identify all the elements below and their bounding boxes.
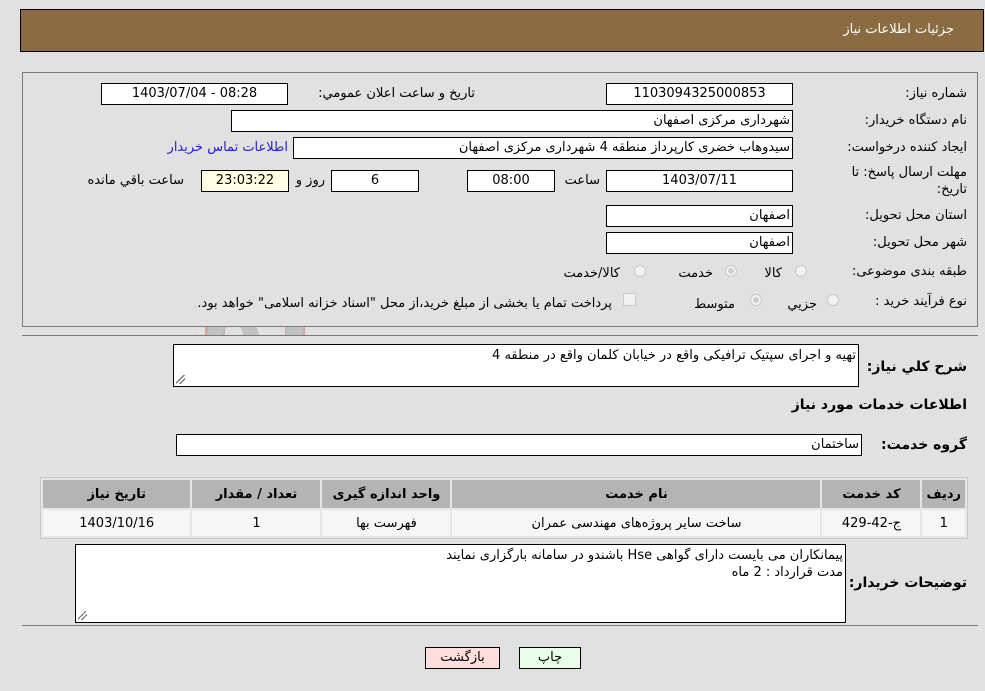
table-header-row: ردیف کد خدمت نام خدمت واحد اندازه گیری ت… (43, 480, 965, 508)
buyer-contact-link[interactable]: اطلاعات تماس خریدار (168, 140, 288, 155)
buyer-notes-label: توضیحات خریدار: (848, 575, 967, 591)
col-header-row-number: ردیف (922, 480, 965, 508)
category-radio-service[interactable] (725, 265, 737, 277)
back-button[interactable]: بازگشت (425, 647, 500, 669)
buyer-org-label: نام دستگاه خریدار: (864, 113, 967, 128)
purchase-type-option-medium: متوسط (694, 297, 735, 312)
province-field[interactable]: اصفهان (606, 205, 793, 227)
deadline-label-line2: تاریخ: (936, 182, 967, 197)
col-header-service-code: کد خدمت (822, 480, 921, 508)
need-number-label: شماره نیاز: (905, 86, 967, 101)
cell-quantity: 1 (192, 510, 321, 536)
cell-row-number: 1 (922, 510, 965, 536)
purchase-type-radio-medium[interactable] (750, 294, 762, 306)
deadline-date-field[interactable]: 1403/07/11 (606, 170, 793, 192)
page-header: جزئیات اطلاعات نیاز (20, 9, 984, 52)
need-number-field[interactable]: 1103094325000853 (606, 83, 793, 105)
col-header-quantity: تعداد / مقدار (192, 480, 321, 508)
col-header-service-name: نام خدمت (452, 480, 821, 508)
description-textarea[interactable]: تهیه و اجرای سپتیک ترافیکی واقع در خیابا… (173, 344, 859, 387)
cell-need-date: 1403/10/16 (43, 510, 191, 536)
announce-datetime-label: تاریخ و ساعت اعلان عمومي: (318, 86, 475, 101)
category-option-goods: کالا (764, 266, 782, 281)
time-remaining-label: ساعت باقي مانده (87, 173, 184, 188)
category-radio-goods-service[interactable] (634, 265, 646, 277)
days-remaining-field[interactable]: 6 (331, 170, 419, 192)
category-option-goods-service: کالا/خدمت (563, 266, 620, 281)
resize-grip-icon[interactable] (176, 375, 185, 384)
description-text: تهیه و اجرای سپتیک ترافیکی واقع در خیابا… (492, 348, 856, 363)
buyer-notes-line2: مدت قرارداد : 2 ماه (731, 565, 843, 580)
requester-label: ایجاد کننده درخواست: (847, 140, 967, 155)
buyer-org-field[interactable]: شهرداری مرکزی اصفهان (231, 110, 793, 132)
col-header-need-date: تاریخ نیاز (43, 480, 191, 508)
province-label: استان محل تحویل: (865, 208, 967, 223)
buyer-notes-textarea[interactable]: پیمانکاران می بایست دارای گواهی Hse باشن… (75, 544, 846, 623)
purchase-type-radio-minor[interactable] (827, 294, 839, 306)
purchase-type-option-minor: جزیي (787, 297, 817, 312)
services-section-title: اطلاعات خدمات مورد نیاز (791, 397, 967, 413)
category-radio-goods[interactable] (795, 265, 807, 277)
treasury-note: پرداخت تمام یا بخشی از مبلغ خرید،از محل … (197, 296, 612, 311)
print-button[interactable]: چاپ (519, 647, 581, 669)
treasury-checkbox[interactable] (623, 293, 636, 306)
page-title: جزئیات اطلاعات نیاز (843, 22, 954, 37)
purchase-type-label: نوع فرآیند خرید : (875, 294, 967, 309)
service-group-label: گروه خدمت: (881, 437, 967, 453)
description-label: شرح کلي نیاز: (866, 359, 967, 375)
deadline-time-field[interactable]: 08:00 (467, 170, 555, 192)
col-header-unit: واحد اندازه گیری (322, 480, 451, 508)
cell-service-name: ساخت سایر پروژه‌های مهندسی عمران (452, 510, 821, 536)
table-row: 1 ج-42-429 ساخت سایر پروژه‌های مهندسی عم… (43, 510, 965, 536)
days-label: روز و (295, 173, 325, 188)
deadline-label-line1: مهلت ارسال پاسخ: تا (851, 165, 967, 180)
service-group-field[interactable]: ساختمان (176, 434, 862, 456)
time-remaining-field: 23:03:22 (201, 170, 289, 192)
cell-unit: فهرست بها (322, 510, 451, 536)
buyer-notes-line1: پیمانکاران می بایست دارای گواهی Hse باشن… (446, 548, 843, 563)
resize-grip-icon[interactable] (78, 611, 87, 620)
services-table: ردیف کد خدمت نام خدمت واحد اندازه گیری ت… (40, 477, 968, 539)
category-label: طبقه بندی موضوعی: (851, 264, 967, 279)
requester-field[interactable]: سیدوهاب خضری کارپرداز منطقه 4 شهرداری مر… (293, 137, 793, 159)
deadline-time-label: ساعت (564, 173, 600, 188)
city-field[interactable]: اصفهان (606, 232, 793, 254)
cell-service-code: ج-42-429 (822, 510, 921, 536)
footer-divider (22, 625, 978, 626)
city-label: شهر محل تحویل: (872, 235, 967, 250)
announce-datetime-field[interactable]: 1403/07/04 - 08:28 (101, 83, 288, 105)
category-option-service: خدمت (678, 266, 713, 281)
